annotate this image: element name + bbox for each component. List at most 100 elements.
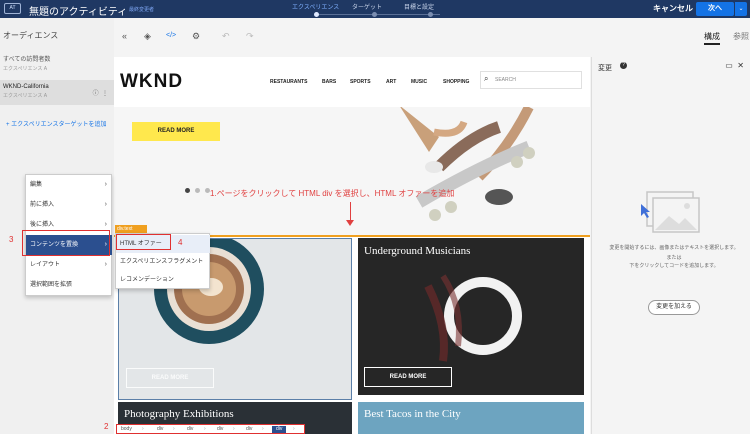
annotation-number-3: 3 xyxy=(9,235,14,244)
card-tacos[interactable]: Best Tacos in the City xyxy=(358,402,584,434)
image-placeholder-icon xyxy=(641,191,700,233)
breadcrumb-separator: › xyxy=(204,426,206,432)
add-experience-target-link[interactable]: + エクスペリエンスターゲットを追加 xyxy=(6,119,106,128)
annotation-number-2: 2 xyxy=(104,422,109,431)
wknd-header: WKND RESTAURANTS BARS SPORTS ART MUSIC S… xyxy=(114,57,590,107)
carousel-dot[interactable] xyxy=(195,188,200,193)
breadcrumb-item-active[interactable]: div xyxy=(272,426,287,433)
add-modification-button[interactable]: 変更を加える xyxy=(648,300,700,315)
card-underground-musicians[interactable]: Underground Musicians READ MORE xyxy=(358,238,584,395)
layers-icon[interactable]: ◈ xyxy=(144,31,151,42)
code-icon[interactable]: </> xyxy=(166,32,176,39)
next-button[interactable]: 次へ xyxy=(696,2,734,16)
gear-icon[interactable]: ⚙ xyxy=(192,31,200,42)
breadcrumb-separator: › xyxy=(262,426,264,432)
top-bar: AT 無題のアクティビティ 最終変更者 エクスペリエンス ターゲット 目標と設定… xyxy=(0,0,750,18)
instruction-annotation: 1.ページをクリックして HTML div を選択し、HTML オファーを追加 xyxy=(210,189,455,198)
step-line xyxy=(316,14,440,15)
collapse-icon[interactable]: « xyxy=(122,31,127,41)
step-dot-2 xyxy=(372,12,377,17)
menu-item-edit[interactable]: 編集 › xyxy=(26,175,112,195)
submenu-experience-fragment[interactable]: エクスペリエンスフラグメント xyxy=(116,253,210,271)
nav-sports[interactable]: SPORTS xyxy=(350,79,371,85)
card-title: Photography Exhibitions xyxy=(124,408,234,420)
info-more-icons[interactable]: ⓘ ⋮ xyxy=(93,88,108,97)
annotation-number-4: 4 xyxy=(178,238,183,247)
card-title: Underground Musicians xyxy=(364,245,471,257)
step-experience[interactable]: エクスペリエンス xyxy=(292,2,339,11)
menu-label: 後に挿入 xyxy=(30,222,55,228)
activity-status: 最終変更者 xyxy=(129,7,155,13)
chevron-right-icon: › xyxy=(104,201,107,208)
activity-title[interactable]: 無題のアクティビティ xyxy=(29,3,127,18)
step-dot-3 xyxy=(428,12,433,17)
breadcrumb-separator: › xyxy=(173,426,175,432)
nav-art[interactable]: ART xyxy=(386,79,396,85)
help-icon[interactable]: ? xyxy=(620,62,627,69)
search-placeholder: SEARCH xyxy=(495,77,516,83)
annotation-arrowhead xyxy=(346,220,354,226)
panel-window-icons[interactable]: ▭ ✕ xyxy=(725,61,744,70)
modifications-panel: 変更 ? ▭ ✕ 変更を開始するには、画像またはテキストを選択します。 または … xyxy=(591,57,750,434)
chevron-right-icon: › xyxy=(104,261,107,268)
chevron-right-icon: › xyxy=(104,181,107,188)
breadcrumb-item[interactable]: div xyxy=(217,426,223,433)
card-read-more-button[interactable]: READ MORE xyxy=(364,367,452,387)
hero-read-more-button[interactable]: READ MORE xyxy=(132,122,220,141)
skateboarder-image xyxy=(400,107,535,221)
breadcrumb-item[interactable]: div xyxy=(157,426,163,433)
menu-item-expand-selection[interactable]: 選択範囲を拡張 xyxy=(26,275,112,295)
search-input[interactable]: ⌕ SEARCH xyxy=(480,71,582,89)
breadcrumb-separator: › xyxy=(293,426,295,432)
audience-item-all[interactable]: すべての訪問者数 エクスペリエンス A xyxy=(0,54,114,76)
menu-item-insert-before[interactable]: 前に挿入 › xyxy=(26,195,112,215)
cancel-button[interactable]: キャンセル xyxy=(653,3,693,14)
nav-shopping[interactable]: SHOPPING xyxy=(443,79,469,85)
undo-icon[interactable]: ↶ xyxy=(222,31,230,42)
carousel-dot[interactable] xyxy=(185,188,190,193)
element-tag: div.text xyxy=(115,225,147,233)
tab-reference[interactable]: 参照 xyxy=(733,31,749,42)
submenu-recommendation[interactable]: レコメンデーション xyxy=(116,271,210,289)
nav-restaurants[interactable]: RESTAURANTS xyxy=(270,79,307,85)
nav-music[interactable]: MUSIC xyxy=(411,79,427,85)
search-icon: ⌕ xyxy=(484,74,489,83)
audience-name: すべての訪問者数 xyxy=(3,57,51,63)
menu-label: 編集 xyxy=(30,182,43,188)
breadcrumb-separator: › xyxy=(142,426,144,432)
breadcrumb-item[interactable]: div xyxy=(187,426,193,433)
annotation-outline-4 xyxy=(116,234,171,250)
menu-item-layout[interactable]: レイアウト › xyxy=(26,255,112,275)
audience-title: オーディエンス xyxy=(3,31,59,40)
tab-compose[interactable]: 構成 xyxy=(704,31,720,45)
annotation-outline-3 xyxy=(22,230,110,256)
hero-carousel[interactable]: READ MORE xyxy=(114,107,590,235)
help-line-3: 下をクリックしてコードを追加します。 xyxy=(629,263,719,269)
nav-bars[interactable]: BARS xyxy=(322,79,336,85)
element-breadcrumb: body › div › div › div › div › div › xyxy=(116,424,305,434)
modifications-help-text: 変更を開始するには、画像またはテキストを選択します。 または 下をクリックしてコ… xyxy=(604,244,744,270)
editor-toolbar: « ◈ </> ⚙ ↶ ↷ 構成 参照 xyxy=(114,18,750,56)
card-read-more-button[interactable]: READ MORE xyxy=(126,368,214,388)
help-line-2: または xyxy=(666,255,682,261)
menu-label: レイアウト xyxy=(30,262,61,268)
next-dropdown-icon[interactable]: ⌄ xyxy=(735,2,747,16)
target-logo: AT xyxy=(4,3,21,14)
breadcrumb-item[interactable]: div xyxy=(246,426,252,433)
menu-label: 選択範囲を拡張 xyxy=(30,282,73,288)
menu-label: 前に挿入 xyxy=(30,202,55,208)
step-indicator: エクスペリエンス ターゲット 目標と設定 xyxy=(292,2,452,18)
breadcrumb-separator: › xyxy=(233,426,235,432)
redo-icon[interactable]: ↷ xyxy=(246,31,254,42)
wknd-logo[interactable]: WKND xyxy=(120,71,183,93)
step-dot-1 xyxy=(314,12,319,17)
modifications-title: 変更 xyxy=(598,65,612,72)
ring-light-image xyxy=(424,274,522,362)
help-line-1: 変更を開始するには、画像またはテキストを選択します。 xyxy=(609,245,739,251)
step-targeting[interactable]: ターゲット xyxy=(352,2,382,11)
audience-item-california[interactable]: WKND-California エクスペリエンス A ⓘ ⋮ xyxy=(0,80,114,105)
audience-sub: エクスペリエンス A xyxy=(3,66,48,72)
step-goals[interactable]: 目標と設定 xyxy=(404,2,434,11)
breadcrumb-item[interactable]: body xyxy=(121,426,132,433)
card-title: Best Tacos in the City xyxy=(364,408,461,420)
